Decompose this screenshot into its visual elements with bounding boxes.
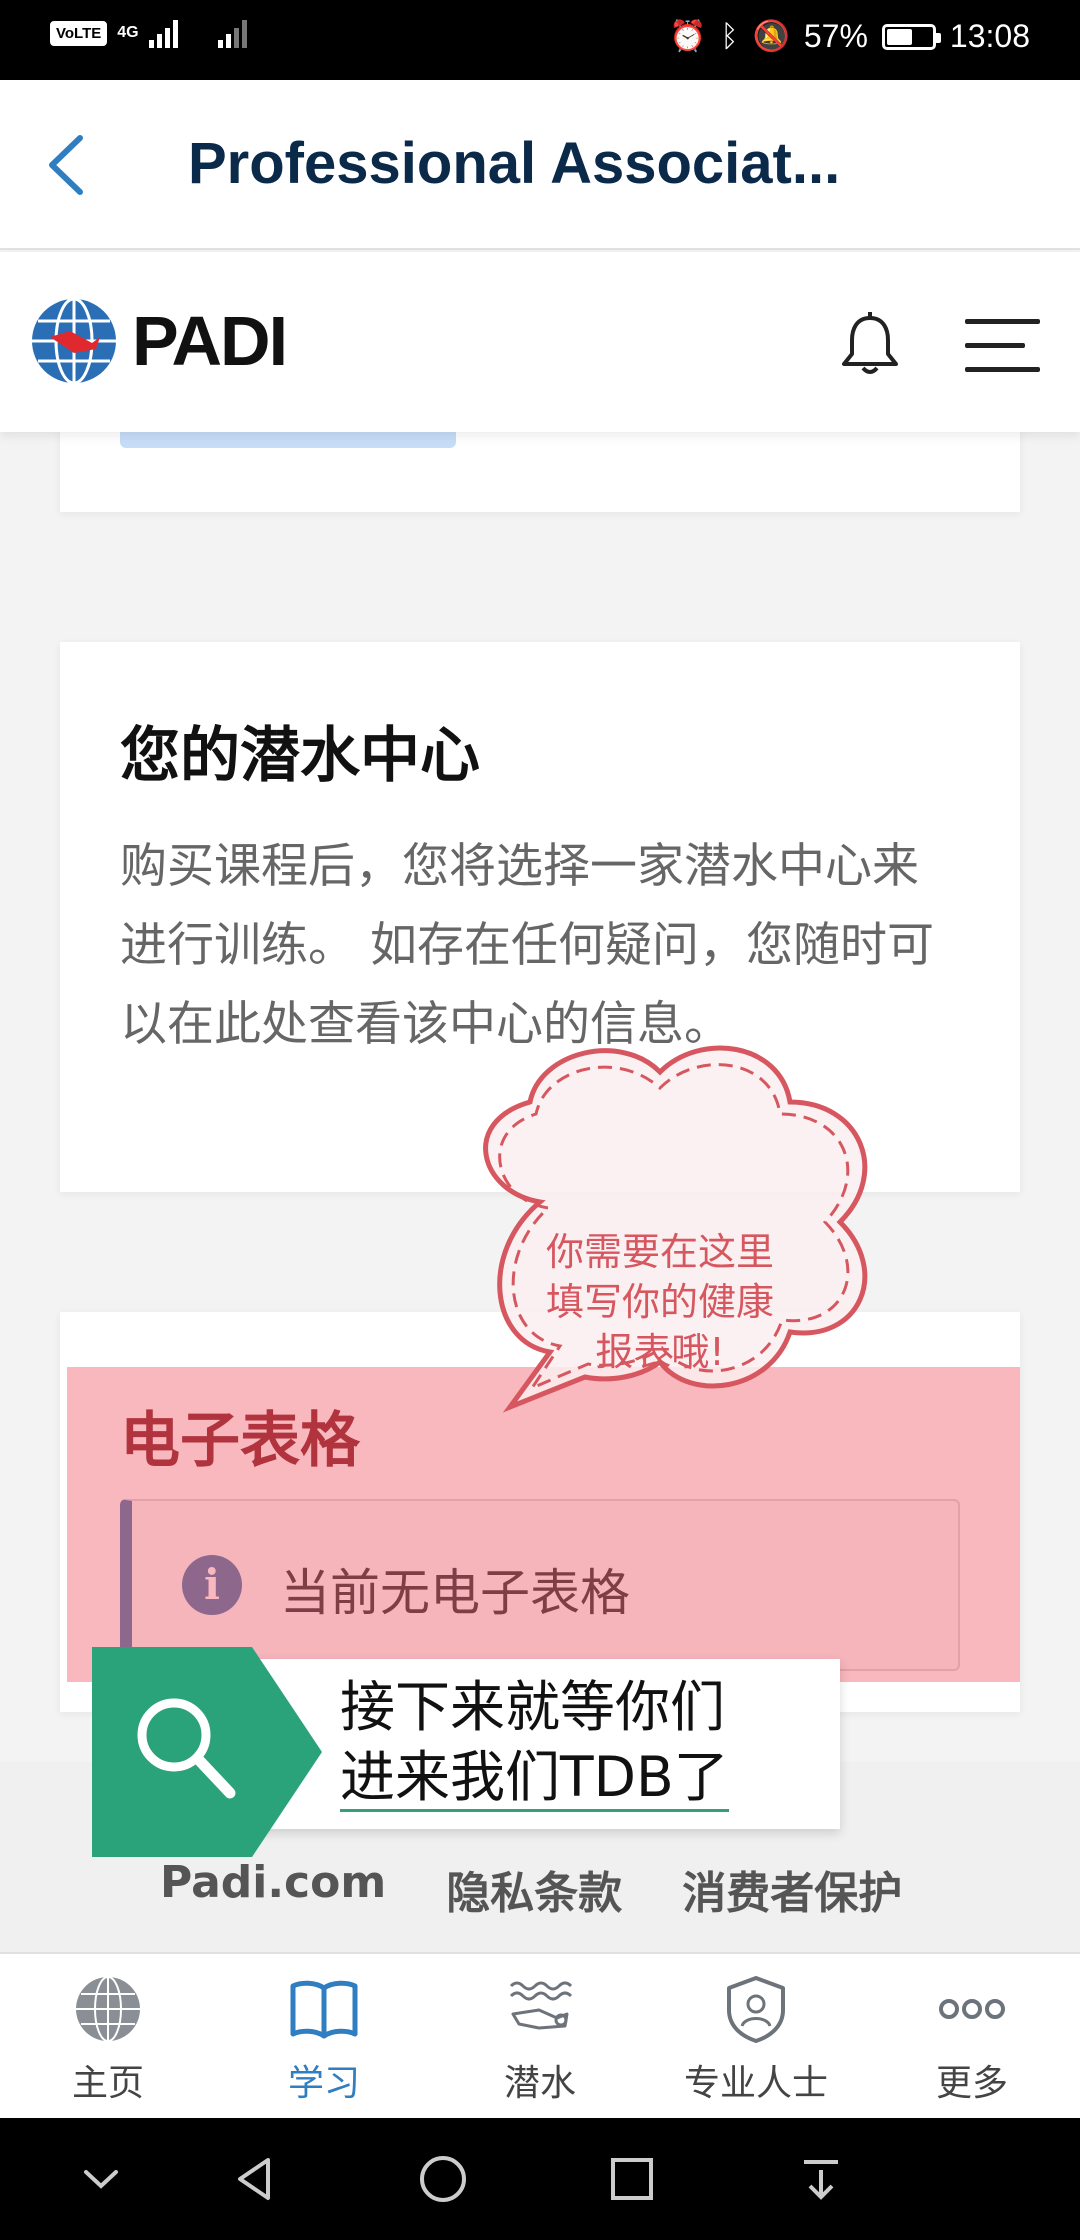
bell-icon [842,312,898,374]
system-nav-bar [0,2118,1080,2240]
eforms-empty-text: 当前无电子表格 [280,1564,630,1622]
tab-dive[interactable]: 潜水 [432,1954,648,2120]
banner-text: 接下来就等你们 进来我们TDB了 [340,1672,729,1812]
dive-center-title: 您的潜水中心 [120,721,480,791]
page-title: Professional Associat... [188,131,841,196]
annotation-speech-bubble: 你需要在这里 填写你的健康 报表哦! [420,1032,920,1472]
footer-links: Padi.com 隐私条款 消费者保护 [160,1857,902,1921]
recents-square-icon[interactable] [607,2154,657,2204]
battery-icon [881,23,941,50]
speech-bubble-text: 你需要在这里 填写你的健康 报表哦! [520,1227,800,1377]
battery-percent: 57% [803,18,868,54]
bluetooth-icon: ᛒ [720,19,739,53]
notifications-button[interactable] [840,312,900,376]
previous-card-button[interactable] [120,432,456,448]
globe-icon [76,1976,140,2042]
padi-globe-icon [32,297,116,385]
more-icon [939,1999,1005,2019]
tab-pros[interactable]: 专业人士 [648,1954,864,2120]
badge-icon [727,1976,785,2043]
diver-icon [509,1981,573,2030]
footer-link-privacy[interactable]: 隐私条款 [446,1857,622,1921]
chevron-down-icon[interactable] [76,2154,126,2204]
speech-line-1: 你需要在这里 [545,1230,774,1274]
eforms-info-box: i 当前无电子表格 [120,1499,960,1671]
title-bar: Professional Associat... [0,80,1080,250]
tab-more-label: 更多 [935,2063,1008,2104]
footer-link-padi[interactable]: Padi.com [160,1857,386,1921]
speech-line-2: 填写你的健康 [545,1280,774,1324]
status-bar: VoLTE 4G ⏰ ᛒ 🔕 57% 13:08 [0,0,1080,80]
bottom-tab-bar: 主页 学习 潜水 专业人士 更多 [0,1952,1080,2118]
info-icon: i [182,1555,242,1615]
back-triangle-icon[interactable] [230,2154,280,2204]
tab-learn-label: 学习 [287,2063,360,2104]
signal-2-icon [217,18,247,48]
tab-home[interactable]: 主页 [0,1954,216,2120]
status-right: ⏰ ᛒ 🔕 57% 13:08 [669,18,1030,55]
notification-pull-icon[interactable] [796,2154,846,2204]
content-area: 您的潜水中心 购买课程后，您将选择一家潜水中心来进行训练。 如存在任何疑问，您随… [0,432,1080,1952]
signal-icon [148,18,178,48]
tab-more[interactable]: 更多 [864,1954,1080,2120]
speech-line-3: 报表哦! [595,1330,725,1374]
status-left: VoLTE 4G [50,18,247,48]
alarm-icon: ⏰ [669,20,707,53]
banner-search-tag [92,1647,322,1857]
banner-line-1: 接下来就等你们 [340,1675,726,1739]
network-type: 4G [117,24,139,41]
book-icon [290,1980,358,2039]
clock: 13:08 [949,18,1030,54]
back-button[interactable] [40,130,100,200]
padi-logo[interactable]: PADI [30,297,288,385]
home-circle-icon[interactable] [418,2154,468,2204]
mute-icon: 🔕 [752,20,790,53]
previous-card [60,432,1020,512]
volte-badge: VoLTE [50,20,108,46]
hamburger-menu-button[interactable] [965,317,1040,375]
banner-line-2: 进来我们TDB了 [340,1745,729,1812]
tab-home-label: 主页 [71,2063,144,2104]
padi-wordmark: PADI [132,302,288,380]
tab-dive-label: 潜水 [503,2063,576,2104]
tab-pros-label: 专业人士 [683,2063,828,2104]
annotation-banner: 接下来就等你们 进来我们TDB了 [92,1647,842,1857]
footer-link-consumer[interactable]: 消费者保护 [682,1857,902,1921]
padi-header: PADI [0,252,1080,432]
eforms-title: 电子表格 [120,1406,360,1476]
battery-fill [886,28,912,45]
chevron-left-icon [49,135,83,195]
dive-center-description: 购买课程后，您将选择一家潜水中心来进行训练。 如存在任何疑问，您随时可以在此处查… [120,839,934,1052]
tab-learn[interactable]: 学习 [216,1954,432,2120]
